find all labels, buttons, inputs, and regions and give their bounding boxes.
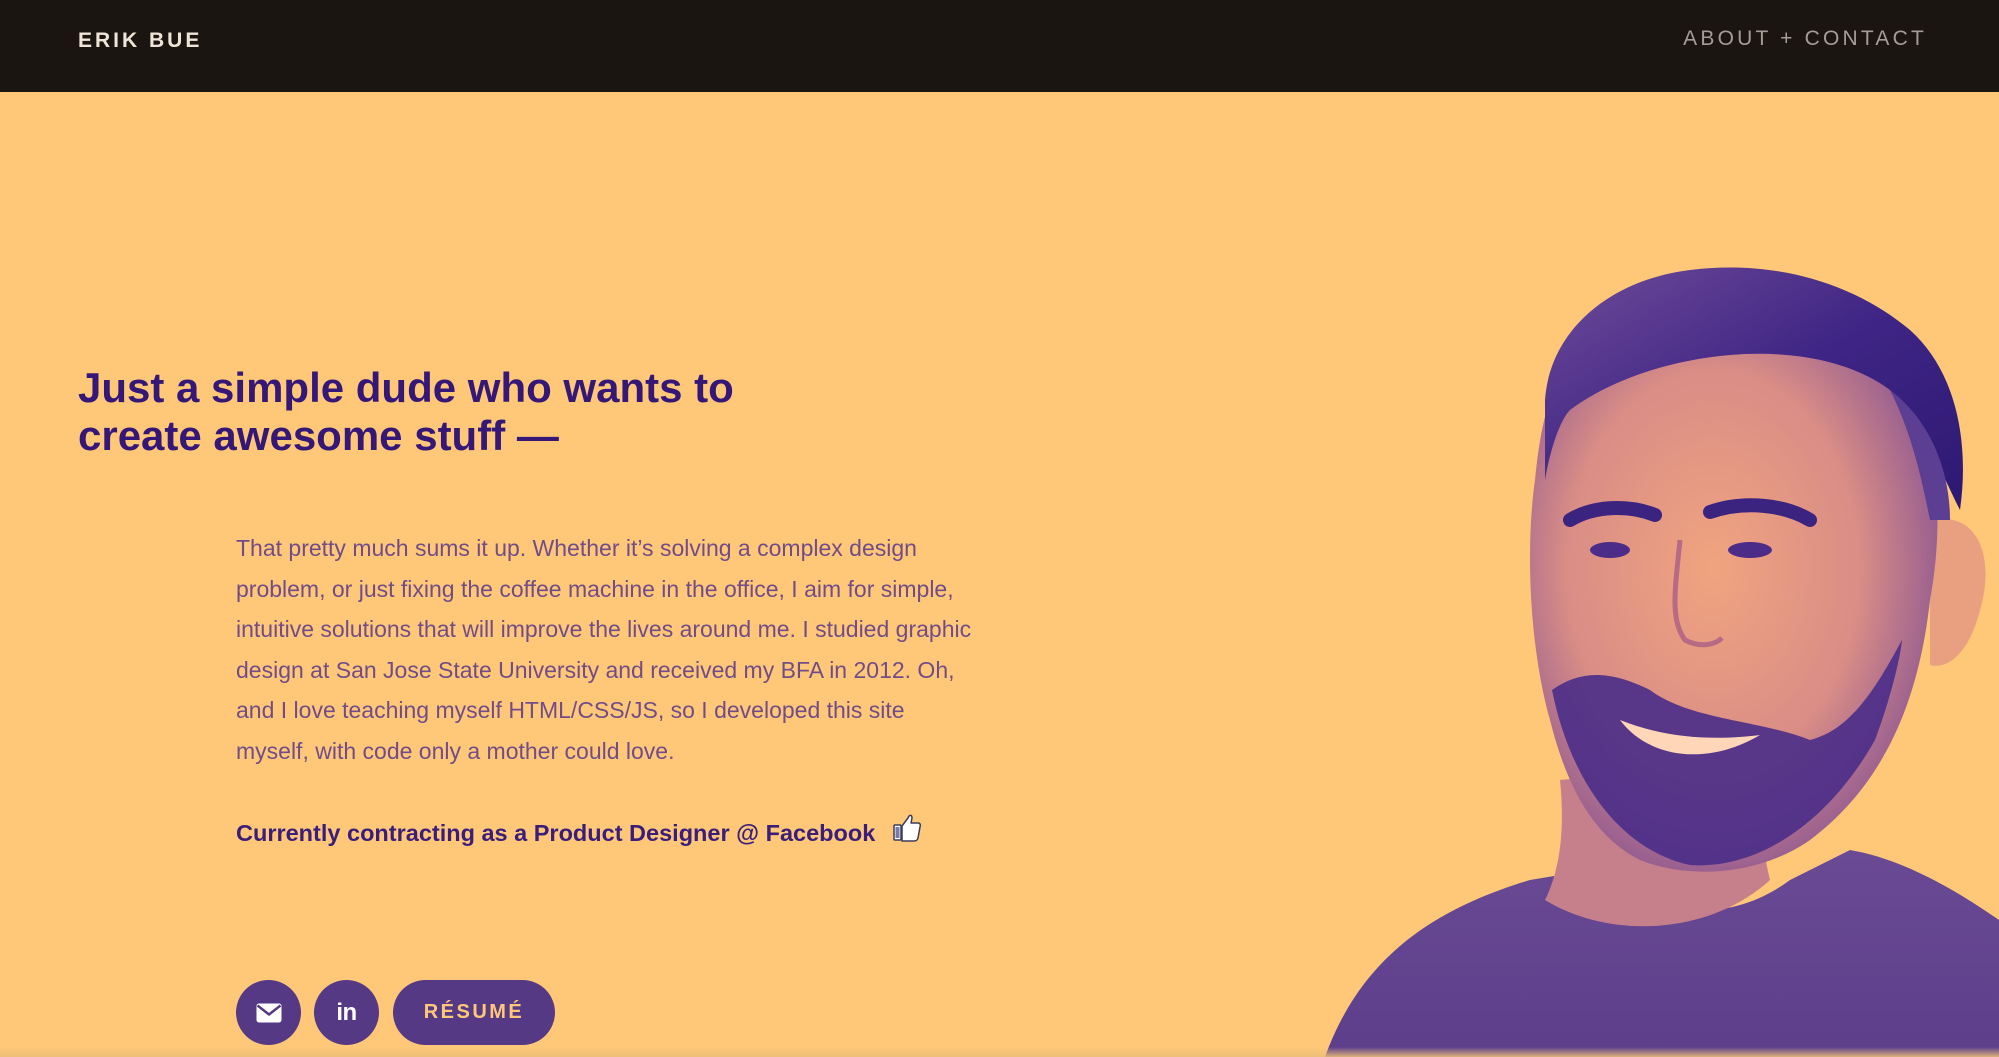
current-role-text: Currently contracting as a Product Desig… bbox=[236, 820, 876, 846]
site-brand[interactable]: ERIK BUE bbox=[78, 29, 202, 53]
portrait-image bbox=[1325, 267, 1999, 1057]
headline-line-1: Just a simple dude who wants to bbox=[78, 364, 734, 411]
hero-bottom-edge bbox=[0, 1047, 1999, 1057]
resume-button[interactable]: RÉSUMÉ bbox=[393, 980, 555, 1045]
linkedin-icon: in bbox=[336, 998, 357, 1026]
current-role-status: Currently contracting as a Product Desig… bbox=[236, 812, 922, 850]
about-contact-link[interactable]: ABOUT + CONTACT bbox=[1683, 27, 1927, 51]
thumbs-up-icon bbox=[892, 812, 922, 850]
headline-line-2: create awesome stuff — bbox=[78, 412, 559, 459]
linkedin-button[interactable]: in bbox=[314, 980, 379, 1045]
top-navigation-bar: ERIK BUE ABOUT + CONTACT bbox=[0, 0, 1999, 92]
hero-section: Just a simple dude who wants to create a… bbox=[0, 92, 1999, 1057]
hero-headline: Just a simple dude who wants to create a… bbox=[78, 364, 798, 460]
bio-paragraph: That pretty much sums it up. Whether it’… bbox=[236, 535, 972, 764]
email-button[interactable] bbox=[236, 980, 301, 1045]
envelope-icon bbox=[256, 1003, 282, 1023]
